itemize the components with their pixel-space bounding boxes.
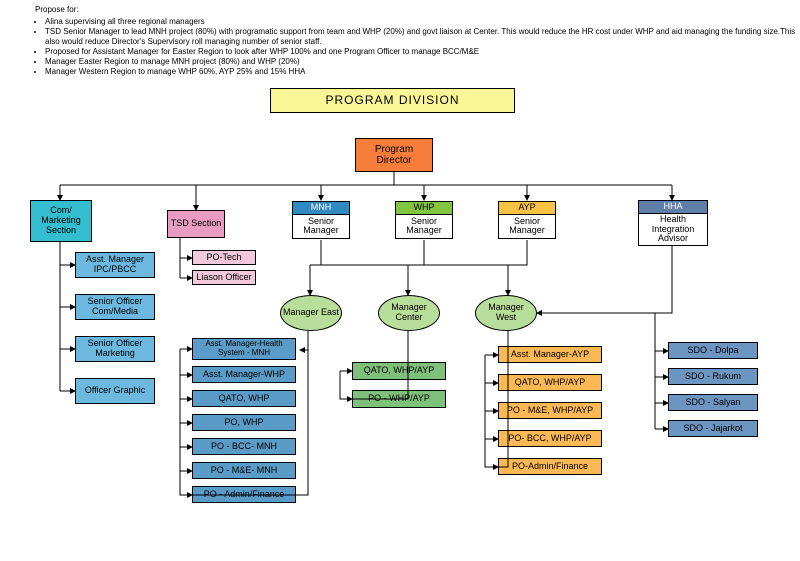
connectors (0, 0, 800, 561)
